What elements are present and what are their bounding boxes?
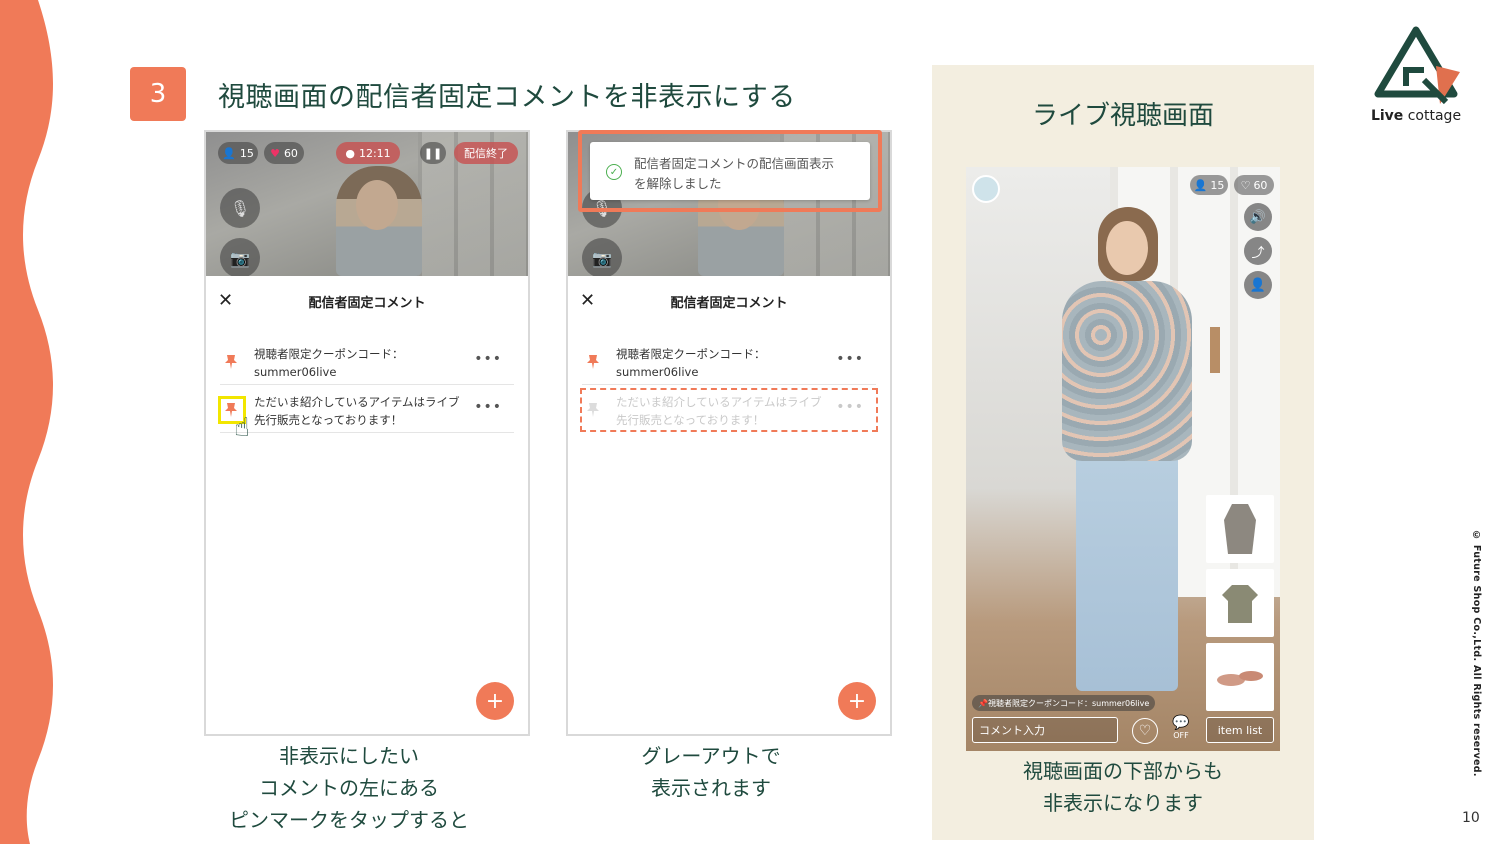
toast-message: 配信者固定コメントの配信画面表示 を解除しました	[634, 156, 835, 191]
viewer-screen-panel: ライブ視聴画面 👤 15 ♡ 60 🔊 ⤴ 👤 📌 視聴者限定クーポンコード：summ…	[932, 65, 1314, 840]
record-dot-icon: ●	[345, 146, 355, 160]
more-options-icon[interactable]: •••	[836, 351, 864, 367]
check-circle-icon: ✓	[606, 164, 622, 180]
more-options-icon[interactable]: •••	[474, 351, 502, 367]
pinned-comment-item[interactable]: 視聴者限定クーポンコード： summer06live •••	[220, 339, 514, 385]
logo-wordmark: Live cottage	[1370, 108, 1462, 124]
like-count: 60	[1253, 178, 1268, 192]
shop-avatar[interactable]	[972, 175, 1000, 203]
add-comment-button[interactable]: +	[476, 682, 514, 720]
comment-text: 視聴者限定クーポンコード： summer06live	[254, 347, 404, 379]
comment-input[interactable]: コメント入力	[972, 717, 1118, 743]
microphone-icon: 🎙	[229, 198, 251, 218]
plus-icon: +	[485, 688, 505, 714]
pause-icon: ❚❚	[423, 146, 443, 160]
step-number: 3	[149, 79, 167, 109]
like-count-badge: ♥ 60	[264, 142, 304, 164]
viewer-count: 15	[239, 146, 254, 160]
comment-text: ただいま紹介しているアイテムはライブ 先行販売となっております！	[616, 395, 822, 427]
caption-middle: グレーアウトで 表示されます	[641, 744, 781, 800]
speech-bubble-icon: 💬	[1172, 715, 1190, 731]
more-options-icon[interactable]: •••	[836, 399, 864, 415]
toast-highlight-frame: ✓ 配信者固定コメントの配信画面表示 を解除しました	[578, 130, 882, 212]
toast-notification: ✓ 配信者固定コメントの配信画面表示 を解除しました	[590, 142, 870, 200]
timer-value: 12:11	[358, 146, 391, 160]
comment-toggle-label: OFF	[1173, 731, 1189, 740]
pin-icon[interactable]	[220, 351, 242, 373]
panel-title: ライブ視聴画面	[1031, 101, 1214, 131]
camera-icon: 📷	[230, 248, 250, 268]
share-button[interactable]: ⤴	[1244, 237, 1272, 265]
user-icon: 👤	[1249, 277, 1267, 293]
heart-icon: ♡	[1240, 178, 1251, 192]
share-icon: ⤴	[1251, 245, 1265, 261]
pinned-comment-item[interactable]: ☝ ただいま紹介しているアイテムはライブ 先行販売となっております！ •••	[218, 387, 514, 443]
unpinned-comment-item[interactable]: ただいま紹介しているアイテムはライブ 先行販売となっております！ •••	[582, 387, 876, 433]
pinned-comment-text: 視聴者限定クーポンコード：summer06live	[987, 698, 1150, 708]
comment-toggle-button[interactable]: 💬 OFF	[1168, 715, 1194, 745]
viewer-count-badge: 👤 15	[1190, 175, 1228, 195]
viewer-count: 15	[1210, 178, 1225, 192]
sheet-title: 配信者固定コメント	[670, 296, 788, 311]
book-decor	[1210, 327, 1220, 373]
plus-icon: +	[847, 688, 867, 714]
product-item-sandals[interactable]	[1206, 643, 1274, 711]
profile-button[interactable]: 👤	[1244, 271, 1272, 299]
like-count: 60	[283, 146, 298, 160]
viewer-count-badge: 👤 15	[218, 142, 258, 164]
pause-button[interactable]: ❚❚	[420, 142, 446, 164]
caption-left: 非表示にしたい コメントの左にある ピンマークをタップすると	[229, 744, 469, 832]
add-comment-button[interactable]: +	[838, 682, 876, 720]
phone-mock-after: 🎙 📷 ✕ 配信者固定コメント 視聴者限定クーポンコード： summer06liv…	[566, 130, 892, 736]
camera-switch-button[interactable]: 📷	[582, 238, 622, 278]
pinned-comment-banner: 📌 視聴者限定クーポンコード：summer06live	[972, 695, 1156, 711]
sheet-header: ✕ 配信者固定コメント	[568, 276, 890, 326]
mic-button[interactable]: 🎙	[220, 188, 260, 228]
comment-text: 視聴者限定クーポンコード： summer06live	[616, 347, 766, 379]
pinned-comment-item[interactable]: 視聴者限定クーポンコード： summer06live •••	[582, 339, 876, 385]
sound-button[interactable]: 🔊	[1244, 203, 1272, 231]
page-number: 10	[1462, 810, 1480, 826]
sheet-title: 配信者固定コメント	[308, 296, 426, 311]
speaker-icon: 🔊	[1249, 209, 1267, 225]
product-item-blouse[interactable]	[1206, 569, 1274, 637]
copyright-text: © Future Shop Co.,Ltd. All Rights reserv…	[1471, 530, 1482, 777]
heart-icon: ♡	[1138, 723, 1152, 739]
end-broadcast-button[interactable]: 配信終了	[454, 142, 518, 164]
pin-icon[interactable]	[582, 351, 604, 373]
live-viewer-screen: 👤 15 ♡ 60 🔊 ⤴ 👤 📌 視聴者限定クーポンコード：summer06live…	[966, 167, 1280, 751]
streamer-face	[356, 180, 398, 230]
viewer-icon: 👤	[222, 146, 236, 160]
step-number-badge: 3	[130, 67, 186, 121]
more-options-icon[interactable]: •••	[474, 399, 502, 415]
slide-title: 視聴画面の配信者固定コメントを非表示にする	[218, 82, 796, 113]
like-button[interactable]: ♡	[1132, 718, 1158, 744]
decorative-wave-edge	[0, 0, 53, 844]
pin-icon[interactable]	[582, 399, 604, 421]
viewer-icon: 👤	[1193, 178, 1208, 192]
comment-text: ただいま紹介しているアイテムはライブ 先行販売となっております！	[254, 395, 460, 427]
camera-icon: 📷	[592, 248, 612, 268]
phone-mock-before: 👤 15 ♥ 60 ● 12:11 ❚❚ 配信終了 🎙 📷 ✕ 配信者固定コメント 視…	[204, 130, 530, 736]
heart-icon: ♥	[270, 146, 280, 160]
panel-caption: 視聴画面の下部からも 非表示になります	[1023, 759, 1223, 815]
pin-icon: 📌	[978, 698, 988, 708]
like-count-badge: ♡ 60	[1234, 175, 1274, 195]
timer-badge: ● 12:11	[336, 142, 400, 164]
item-list-button[interactable]: item list	[1206, 717, 1274, 743]
camera-switch-button[interactable]: 📷	[220, 238, 260, 278]
model-figure	[1062, 207, 1192, 707]
pointing-hand-icon: ☝	[234, 413, 250, 443]
broadcast-preview: 👤 15 ♥ 60 ● 12:11 ❚❚ 配信終了 🎙 📷	[206, 132, 528, 278]
sheet-header: ✕ 配信者固定コメント	[206, 276, 528, 326]
product-item-top[interactable]	[1206, 495, 1274, 563]
